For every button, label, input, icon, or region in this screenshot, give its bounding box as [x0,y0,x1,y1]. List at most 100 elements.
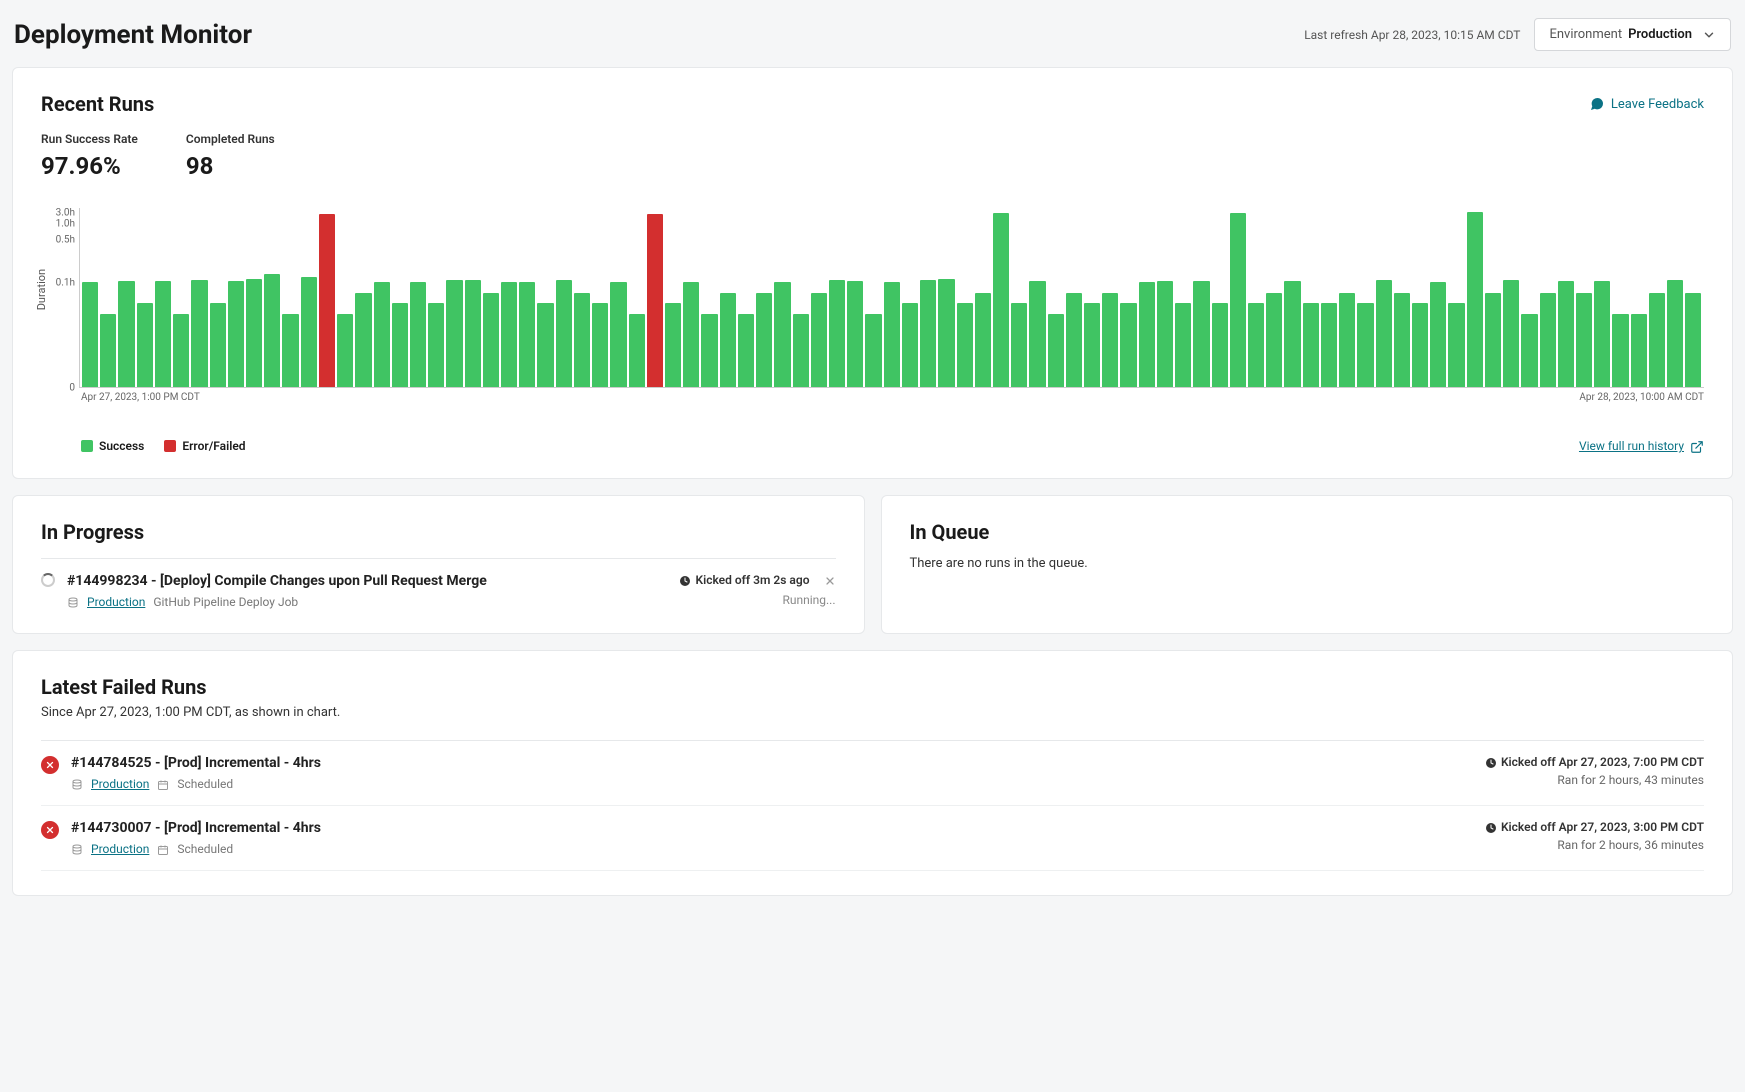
chart-bar[interactable] [1175,303,1191,387]
chart-bar[interactable] [957,303,973,387]
chart-bar[interactable] [100,314,116,388]
chart-bar[interactable] [1284,281,1300,387]
chart-bar[interactable] [1011,303,1027,387]
leave-feedback-link[interactable]: Leave Feedback [1589,96,1704,112]
chart-bar[interactable] [228,281,244,387]
chart-bar[interactable] [1157,281,1173,387]
chart-bar[interactable] [1594,281,1610,387]
cancel-run-button[interactable] [824,573,836,587]
chart-bar[interactable] [1230,213,1246,387]
chart-bar[interactable] [847,281,863,387]
chart-bar[interactable] [1266,293,1282,388]
run-environment-link[interactable]: Production [87,595,145,609]
chart-bar[interactable] [337,314,353,388]
chart-bar[interactable] [246,279,262,387]
chart-bar[interactable] [1066,293,1082,388]
chart-bar[interactable] [1485,293,1501,388]
chart-bar[interactable] [610,282,626,387]
chart-bar[interactable] [556,280,572,387]
chart-bar[interactable] [319,214,335,387]
chart-bar[interactable] [155,281,171,387]
chart-bar[interactable] [1576,293,1592,388]
chart-bar[interactable] [1649,293,1665,388]
chart-bar[interactable] [519,282,535,387]
chart-bar[interactable] [1357,303,1373,387]
chart-bar[interactable] [1084,303,1100,387]
chart-bar[interactable] [264,274,280,387]
chart-bar[interactable] [1048,314,1064,388]
chart-bar[interactable] [1321,303,1337,387]
chart-bar[interactable] [1394,293,1410,388]
chart-bar[interactable] [1102,293,1118,388]
failed-run-environment-link[interactable]: Production [91,842,149,856]
chart-bar[interactable] [1503,280,1519,387]
chart-bar[interactable] [665,303,681,387]
chart-bar[interactable] [1685,293,1701,388]
chart-bar[interactable] [647,214,663,387]
chart-bar[interactable] [993,213,1009,387]
chart-bar[interactable] [683,282,699,387]
chart-bar[interactable] [1248,303,1264,387]
chart-bar[interactable] [1612,314,1628,388]
failed-run-title-link[interactable]: #144730007 - [Prod] Incremental - 4hrs [71,820,321,836]
chart-bar[interactable] [301,277,317,387]
run-title-link[interactable]: #144998234 - [Deploy] Compile Changes up… [67,573,667,589]
stat-completed-runs: Completed Runs 98 [186,132,275,180]
chart-bar[interactable] [574,293,590,388]
chart-bar[interactable] [1467,212,1483,387]
chart-bar[interactable] [756,293,772,388]
chart-bar[interactable] [501,282,517,387]
chart-bar[interactable] [1376,280,1392,387]
chart-bar[interactable] [1631,314,1647,388]
chart-bar[interactable] [282,314,298,388]
chart-bar[interactable] [1667,280,1683,387]
chart-bar[interactable] [1558,281,1574,387]
chart-bar[interactable] [374,282,390,387]
chart-bar[interactable] [446,280,462,387]
chart-bar[interactable] [1339,293,1355,388]
chart-bar[interactable] [537,303,553,387]
environment-select[interactable]: Environment Production [1534,18,1731,51]
chart-bar[interactable] [902,303,918,387]
chart-bar[interactable] [920,280,936,387]
chart-bar[interactable] [355,293,371,388]
chart-bar[interactable] [701,314,717,388]
chart-bar[interactable] [720,293,736,388]
chart-bar[interactable] [1412,303,1428,387]
chart-bar[interactable] [1540,293,1556,388]
chart-bar[interactable] [738,314,754,388]
chart-bar[interactable] [1448,303,1464,387]
chart-bar[interactable] [392,303,408,387]
view-full-history-link[interactable]: View full run history [1579,439,1704,454]
chart-bar[interactable] [938,279,954,387]
chart-bar[interactable] [1193,281,1209,387]
chart-bar[interactable] [829,280,845,387]
chart-bar[interactable] [82,282,98,387]
chart-bar[interactable] [1120,303,1136,387]
chart-bar[interactable] [975,293,991,388]
failed-run-environment-link[interactable]: Production [91,777,149,791]
chart-bar[interactable] [410,282,426,387]
chart-bar[interactable] [1139,282,1155,387]
chart-bar[interactable] [118,281,134,387]
chart-bar[interactable] [592,303,608,387]
chart-bar[interactable] [483,293,499,388]
chart-bar[interactable] [1029,281,1045,387]
chart-bar[interactable] [884,282,900,387]
chart-bar[interactable] [793,314,809,388]
chart-bar[interactable] [629,314,645,388]
chart-bar[interactable] [1303,303,1319,387]
chart-bar[interactable] [1212,303,1228,387]
chart-bar[interactable] [865,314,881,388]
chart-bar[interactable] [1430,282,1446,387]
failed-run-title-link[interactable]: #144784525 - [Prod] Incremental - 4hrs [71,755,321,771]
chart-bar[interactable] [173,314,189,388]
chart-bar[interactable] [811,293,827,388]
chart-bar[interactable] [210,303,226,387]
chart-bar[interactable] [137,303,153,387]
chart-bar[interactable] [1521,314,1537,388]
chart-bar[interactable] [774,282,790,387]
chart-bar[interactable] [191,280,207,387]
chart-bar[interactable] [428,303,444,387]
chart-bar[interactable] [465,280,481,387]
